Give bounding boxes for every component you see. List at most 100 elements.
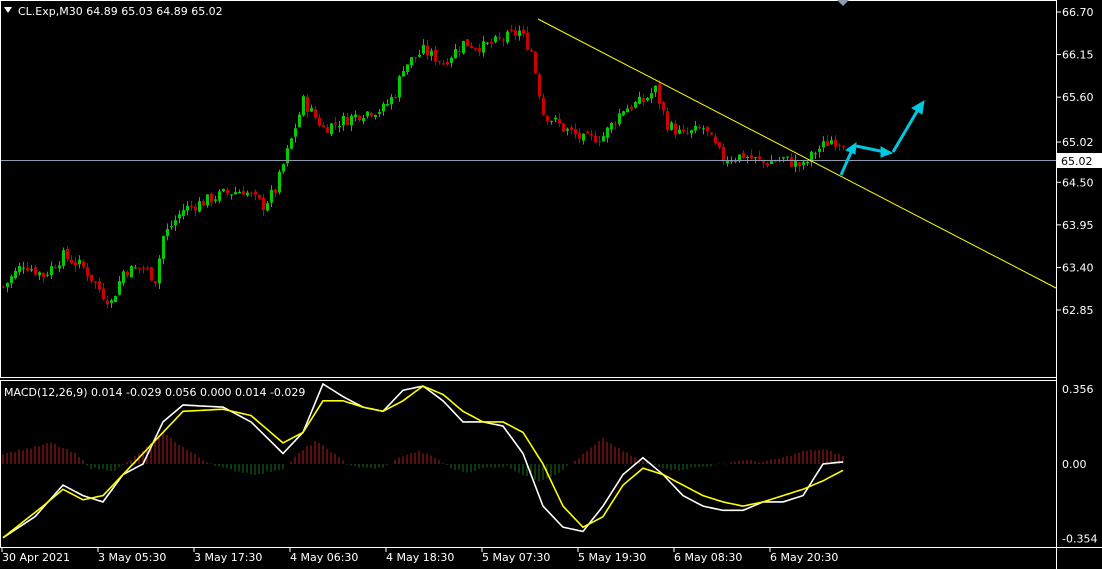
time-tick-label: 30 Apr 2021: [2, 551, 70, 564]
candle-body: [774, 161, 777, 163]
candle-body: [546, 115, 549, 122]
candle-body: [478, 48, 481, 52]
candle-body: [38, 272, 41, 276]
price-tick-label: 65.02: [1062, 136, 1094, 149]
candle-body: [834, 139, 837, 147]
candle-body: [46, 274, 49, 276]
candle-body: [510, 29, 513, 32]
candle-body: [414, 57, 417, 59]
candle-body: [474, 47, 477, 49]
macd-tick-label: -0.354: [1062, 533, 1097, 546]
time-tick-label: 4 May 18:30: [386, 551, 454, 564]
candle-body: [42, 272, 45, 278]
candle-body: [746, 157, 749, 159]
candle-body: [94, 281, 97, 283]
candle-body: [190, 206, 193, 208]
candle-body: [594, 135, 597, 143]
candle-body: [526, 32, 529, 50]
scroll-marker-icon[interactable]: [837, 0, 849, 6]
candle-body: [722, 146, 725, 162]
candle-body: [230, 194, 233, 196]
candle-body: [338, 126, 341, 128]
candle-body: [754, 157, 757, 159]
candle-body: [378, 111, 381, 114]
candle-body: [670, 122, 673, 130]
candle-body: [578, 132, 581, 139]
candle-body: [334, 122, 337, 125]
price-tick-label: 64.50: [1062, 176, 1094, 189]
candle-body: [750, 155, 753, 159]
price-tick-label: 63.95: [1062, 219, 1094, 232]
candle-body: [198, 201, 201, 212]
candle-body: [10, 276, 13, 284]
candle-body: [290, 138, 293, 149]
candle-body: [802, 162, 805, 165]
candle-body: [322, 125, 325, 128]
candle-body: [130, 266, 133, 278]
candle-body: [706, 126, 709, 132]
candle-body: [250, 192, 253, 194]
candle-body: [78, 259, 81, 265]
candle-body: [610, 122, 613, 130]
candle-body: [618, 113, 621, 125]
candle-body: [182, 210, 185, 216]
candlestick-series: [2, 24, 845, 309]
price-tick-label: 63.40: [1062, 261, 1094, 274]
candle-body: [274, 189, 277, 193]
candle-body: [350, 115, 353, 126]
trendline[interactable]: [537, 18, 1057, 289]
candle-body: [186, 205, 189, 211]
projection-arrow-3[interactable]: [891, 107, 921, 153]
candle-body: [18, 266, 21, 273]
candle-body: [758, 156, 761, 160]
candle-body: [710, 132, 713, 135]
projection-arrows[interactable]: [839, 100, 925, 176]
candle-body: [554, 117, 557, 120]
candle-body: [242, 191, 245, 195]
candle-body: [234, 192, 237, 195]
candle-body: [790, 157, 793, 167]
arrowhead-icon: [880, 146, 894, 158]
candle-body: [666, 111, 669, 131]
candle-body: [426, 45, 429, 56]
candle-body: [558, 119, 561, 124]
candle-body: [118, 281, 121, 295]
chart-menu-triangle-icon[interactable]: [4, 7, 12, 13]
candle-body: [534, 52, 537, 74]
candle-body: [702, 128, 705, 130]
candle-body: [514, 30, 517, 36]
candle-body: [386, 104, 389, 106]
candle-body: [490, 41, 493, 44]
candle-body: [406, 64, 409, 72]
candle-body: [806, 162, 809, 164]
candle-body: [566, 128, 569, 131]
candle-body: [282, 164, 285, 172]
candle-body: [154, 281, 157, 283]
time-tick-label: 5 May 07:30: [482, 551, 550, 564]
projection-arrow-1[interactable]: [839, 149, 854, 176]
price-tick-label: 62.85: [1062, 304, 1094, 317]
candle-body: [486, 42, 489, 44]
macd-tick-label: 0.00: [1062, 458, 1087, 471]
candle-body: [110, 300, 113, 303]
candle-body: [218, 191, 221, 201]
candle-body: [694, 125, 697, 131]
candle-body: [238, 191, 241, 194]
candle-body: [838, 144, 841, 146]
time-tick-label: 6 May 20:30: [770, 551, 838, 564]
candle-body: [22, 267, 25, 269]
candle-body: [682, 129, 685, 132]
candle-body: [26, 267, 29, 271]
candle-body: [358, 115, 361, 121]
candle-body: [194, 206, 197, 211]
time-tick-label: 4 May 06:30: [290, 551, 358, 564]
candle-body: [742, 152, 745, 159]
chart-canvas[interactable]: CL.Exp,M30 64.89 65.03 64.89 65.02 MACD(…: [0, 0, 1102, 569]
price-tick-label: 65.60: [1062, 91, 1094, 104]
candle-body: [662, 102, 665, 111]
candle-body: [606, 127, 609, 138]
candle-body: [302, 96, 305, 116]
candle-body: [298, 114, 301, 127]
candle-body: [766, 163, 769, 166]
candle-body: [678, 129, 681, 134]
